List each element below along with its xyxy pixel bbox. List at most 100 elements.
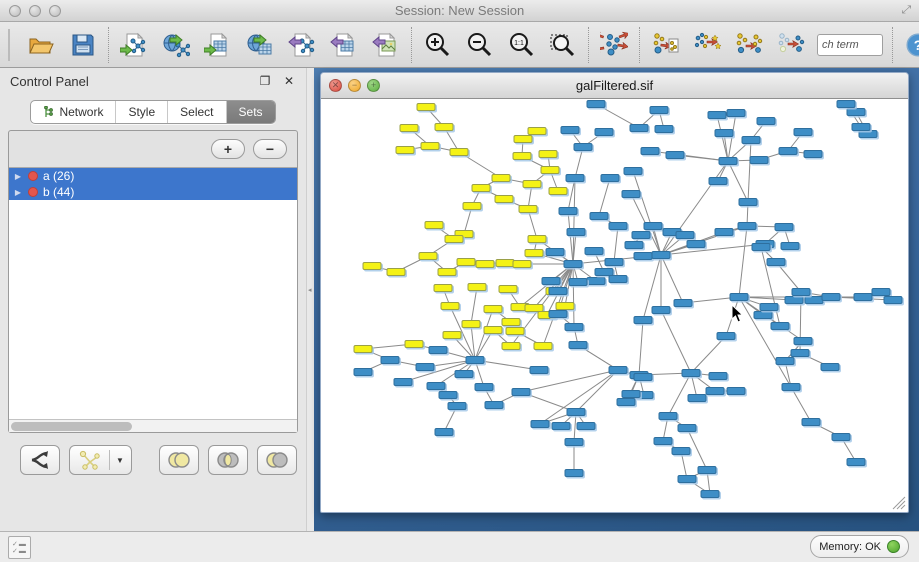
graph-node[interactable]	[609, 366, 628, 374]
network-canvas[interactable]	[321, 99, 908, 512]
graph-node[interactable]	[859, 130, 878, 138]
graph-node[interactable]	[564, 260, 583, 268]
graph-node[interactable]	[565, 469, 584, 477]
graph-node[interactable]	[821, 363, 840, 371]
graph-node[interactable]	[513, 152, 532, 160]
graph-node[interactable]	[435, 428, 454, 436]
memory-status-button[interactable]: Memory: OK	[810, 535, 909, 558]
graph-node[interactable]	[354, 345, 373, 353]
graph-node[interactable]	[443, 331, 462, 339]
graph-node[interactable]	[771, 322, 790, 330]
tab-sets[interactable]: Sets	[226, 101, 275, 123]
float-panel-icon[interactable]: ❐	[258, 74, 272, 88]
graph-node[interactable]	[754, 311, 773, 319]
graph-node[interactable]	[417, 103, 436, 111]
graph-node[interactable]	[429, 346, 448, 354]
graph-node[interactable]	[476, 260, 495, 268]
graph-node[interactable]	[676, 231, 695, 239]
remove-set-button[interactable]: −	[253, 139, 287, 159]
import-network-file-button[interactable]	[118, 29, 150, 61]
graph-node[interactable]	[585, 247, 604, 255]
graph-node[interactable]	[445, 235, 464, 243]
graph-node[interactable]	[794, 128, 813, 136]
graph-node[interactable]	[822, 293, 841, 301]
graph-node[interactable]	[678, 424, 697, 432]
graph-node[interactable]	[782, 383, 801, 391]
import-table-web-button[interactable]	[244, 29, 276, 61]
graph-node[interactable]	[530, 366, 549, 374]
graph-node[interactable]	[499, 285, 518, 293]
graph-node[interactable]	[779, 147, 798, 155]
graph-node[interactable]	[622, 190, 641, 198]
graph-node[interactable]	[552, 422, 571, 430]
graph-node[interactable]	[652, 306, 671, 314]
graph-node[interactable]	[634, 316, 653, 324]
graph-node[interactable]	[752, 243, 771, 251]
graph-node[interactable]	[462, 320, 481, 328]
resize-grip-icon[interactable]	[892, 496, 906, 510]
graph-node[interactable]	[519, 205, 538, 213]
graph-node[interactable]	[485, 401, 504, 409]
graph-node[interactable]	[609, 275, 628, 283]
graph-node[interactable]	[674, 299, 693, 307]
graph-node[interactable]	[567, 408, 586, 416]
graph-node[interactable]	[595, 128, 614, 136]
graph-node[interactable]	[455, 370, 474, 378]
graph-node[interactable]	[419, 252, 438, 260]
graph-node[interactable]	[852, 123, 871, 131]
graph-node[interactable]	[672, 447, 691, 455]
graph-node[interactable]	[569, 341, 588, 349]
graph-node[interactable]	[539, 150, 558, 158]
graph-node[interactable]	[457, 258, 476, 266]
graph-node[interactable]	[466, 356, 485, 364]
graph-node[interactable]	[609, 222, 628, 230]
layout-button[interactable]	[598, 29, 630, 61]
graph-node[interactable]	[738, 222, 757, 230]
graph-node[interactable]	[475, 383, 494, 391]
task-history-button[interactable]: ✓▬ ✓▬	[8, 536, 31, 559]
graph-node[interactable]	[775, 223, 794, 231]
export-table-button[interactable]	[328, 29, 360, 61]
sets-horizontal-scrollbar[interactable]	[9, 419, 297, 432]
network-window[interactable]: ✕ − + galFiltered.sif	[320, 72, 909, 513]
graph-node[interactable]	[847, 458, 866, 466]
graph-node[interactable]	[781, 242, 800, 250]
network-intersection-button[interactable]	[775, 29, 807, 61]
graph-node[interactable]	[717, 332, 736, 340]
graph-node[interactable]	[549, 310, 568, 318]
graph-node[interactable]	[512, 388, 531, 396]
create-set-from-network-button[interactable]: ▼	[69, 445, 132, 475]
graph-node[interactable]	[854, 293, 873, 301]
graph-node[interactable]	[708, 111, 727, 119]
graph-node[interactable]	[601, 174, 620, 182]
graph-node[interactable]	[872, 288, 891, 296]
graph-node[interactable]	[435, 123, 454, 131]
graph-node[interactable]	[546, 248, 565, 256]
difference-sets-button[interactable]	[257, 445, 297, 475]
graph-node[interactable]	[590, 212, 609, 220]
graph-node[interactable]	[441, 302, 460, 310]
graph-node[interactable]	[567, 228, 586, 236]
graph-node[interactable]	[832, 433, 851, 441]
graph-node[interactable]	[678, 475, 697, 483]
graph-node[interactable]	[750, 156, 769, 164]
graph-node[interactable]	[791, 349, 810, 357]
graph-node[interactable]	[387, 268, 406, 276]
panel-splitter[interactable]: ◂	[306, 68, 314, 531]
graph-node[interactable]	[448, 402, 467, 410]
toolbar-grip[interactable]	[8, 29, 10, 61]
graph-node[interactable]	[709, 372, 728, 380]
graph-node[interactable]	[847, 108, 866, 116]
graph-node[interactable]	[396, 146, 415, 154]
zoom-fit-button[interactable]	[547, 29, 579, 61]
graph-node[interactable]	[425, 221, 444, 229]
graph-node[interactable]	[541, 166, 560, 174]
graph-node[interactable]	[622, 390, 641, 398]
splitter-handle-icon[interactable]: ◂	[308, 286, 312, 294]
graph-node[interactable]	[416, 363, 435, 371]
graph-node[interactable]	[472, 184, 491, 192]
graph-node[interactable]	[502, 318, 521, 326]
fullscreen-icon[interactable]: ⤢	[902, 4, 912, 17]
graph-node[interactable]	[688, 394, 707, 402]
graph-node[interactable]	[605, 258, 624, 266]
